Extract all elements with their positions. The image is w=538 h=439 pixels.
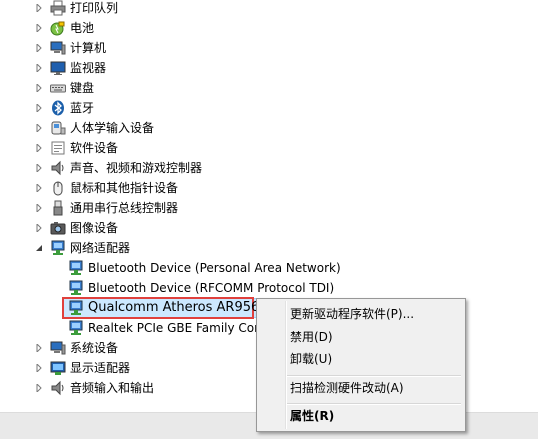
network-adapter-icon bbox=[50, 240, 66, 256]
hid-icon bbox=[50, 120, 66, 136]
expand-arrow-icon[interactable] bbox=[34, 163, 44, 173]
tree-item-label: Bluetooth Device (Personal Area Network) bbox=[88, 261, 341, 275]
expand-arrow-icon[interactable] bbox=[34, 363, 44, 373]
menu-item-scan-hardware[interactable]: 扫描检测硬件改动(A) bbox=[290, 377, 404, 399]
battery-icon bbox=[50, 20, 66, 36]
expand-arrow-icon[interactable] bbox=[34, 43, 44, 53]
computer-icon bbox=[50, 40, 66, 56]
mouse-icon bbox=[50, 180, 66, 196]
tree-item-label: 声音、视频和游戏控制器 bbox=[70, 161, 203, 175]
tree-item-label: 音频输入和输出 bbox=[70, 381, 155, 395]
printer-icon bbox=[50, 0, 66, 16]
tree-item-label: Qualcomm Atheros AR956x W bbox=[88, 300, 284, 315]
tree-item-label: 人体学输入设备 bbox=[70, 121, 155, 135]
tree-item-mice[interactable]: 鼠标和其他指针设备 bbox=[34, 178, 178, 198]
tree-item-display-adapters[interactable]: 显示适配器 bbox=[34, 358, 130, 378]
menu-item-uninstall[interactable]: 卸载(U) bbox=[290, 348, 332, 370]
system-device-icon bbox=[50, 340, 66, 356]
expand-arrow-icon[interactable] bbox=[34, 343, 44, 353]
expand-arrow-icon[interactable] bbox=[34, 83, 44, 93]
expand-arrow-icon[interactable] bbox=[34, 183, 44, 193]
tree-item-hid[interactable]: 人体学输入设备 bbox=[34, 118, 154, 138]
expand-arrow-icon[interactable] bbox=[34, 123, 44, 133]
network-adapter-icon bbox=[68, 280, 84, 296]
expand-arrow-icon[interactable] bbox=[34, 223, 44, 233]
network-adapter-icon bbox=[68, 260, 84, 276]
tree-item-computer[interactable]: 计算机 bbox=[34, 38, 106, 58]
tree-item-label: 监视器 bbox=[70, 61, 107, 75]
usb-icon bbox=[50, 200, 66, 216]
tree-item-label: Realtek PCIe GBE Family Con bbox=[88, 321, 262, 335]
tree-item-battery[interactable]: 电池 bbox=[34, 18, 94, 38]
tree-item-network-adapters[interactable]: 网络适配器 bbox=[34, 238, 130, 258]
display-adapter-icon bbox=[50, 360, 66, 376]
tree-item-label: 键盘 bbox=[70, 81, 95, 95]
monitor-icon bbox=[50, 60, 66, 76]
camera-icon bbox=[50, 220, 66, 236]
expand-arrow-icon[interactable] bbox=[34, 203, 44, 213]
tree-item-qualcomm-atheros[interactable]: Qualcomm Atheros AR956x W bbox=[68, 298, 284, 318]
tree-item-label: 软件设备 bbox=[70, 141, 119, 155]
tree-item-label: 电池 bbox=[70, 21, 95, 35]
tree-item-label: 计算机 bbox=[70, 41, 107, 55]
tree-item-keyboard[interactable]: 键盘 bbox=[34, 78, 94, 98]
network-adapter-icon bbox=[68, 320, 84, 336]
menu-item-properties[interactable]: 属性(R) bbox=[290, 405, 334, 427]
tree-item-usb[interactable]: 通用串行总线控制器 bbox=[34, 198, 178, 218]
network-adapter-icon bbox=[68, 300, 84, 316]
bluetooth-icon bbox=[50, 100, 66, 116]
tree-item-label: 图像设备 bbox=[70, 221, 119, 235]
tree-item-software-devices[interactable]: 软件设备 bbox=[34, 138, 118, 158]
tree-item-label: 网络适配器 bbox=[70, 241, 131, 255]
expand-arrow-icon[interactable] bbox=[34, 3, 44, 13]
tree-item-label: Bluetooth Device (RFCOMM Protocol TDI) bbox=[88, 281, 335, 295]
expand-arrow-icon[interactable] bbox=[34, 63, 44, 73]
tree-item-label: 系统设备 bbox=[70, 341, 119, 355]
collapse-arrow-icon[interactable] bbox=[34, 243, 44, 253]
tree-item-sound-video-game[interactable]: 声音、视频和游戏控制器 bbox=[34, 158, 202, 178]
menu-icon-gutter bbox=[285, 301, 287, 429]
tree-item-label: 蓝牙 bbox=[70, 101, 95, 115]
tree-item-bluetooth[interactable]: 蓝牙 bbox=[34, 98, 94, 118]
expand-arrow-icon[interactable] bbox=[34, 103, 44, 113]
speaker-icon bbox=[50, 160, 66, 176]
tree-item-bluetooth-rfcomm[interactable]: Bluetooth Device (RFCOMM Protocol TDI) bbox=[68, 278, 334, 298]
tree-item-imaging[interactable]: 图像设备 bbox=[34, 218, 118, 238]
tree-item-system-devices[interactable]: 系统设备 bbox=[34, 338, 118, 358]
tree-item-monitor[interactable]: 监视器 bbox=[34, 58, 106, 78]
tree-item-label: 打印队列 bbox=[70, 1, 119, 15]
audio-io-icon bbox=[50, 380, 66, 396]
tree-item-realtek[interactable]: Realtek PCIe GBE Family Con bbox=[68, 318, 262, 338]
tree-item-label: 鼠标和其他指针设备 bbox=[70, 181, 179, 195]
tree-item-audio-io[interactable]: 音频输入和输出 bbox=[34, 378, 154, 398]
context-menu: 更新驱动程序软件(P)... 禁用(D) 卸载(U) 扫描检测硬件改动(A) 属… bbox=[256, 298, 466, 432]
expand-arrow-icon[interactable] bbox=[34, 143, 44, 153]
tree-item-label: 显示适配器 bbox=[70, 361, 131, 375]
expand-arrow-icon[interactable] bbox=[34, 383, 44, 393]
menu-item-update-driver[interactable]: 更新驱动程序软件(P)... bbox=[290, 303, 414, 325]
expand-arrow-icon[interactable] bbox=[34, 23, 44, 33]
tree-item-bluetooth-pan[interactable]: Bluetooth Device (Personal Area Network) bbox=[68, 258, 341, 278]
tree-item-print-queue[interactable]: 打印队列 bbox=[34, 0, 118, 18]
tree-item-label: 通用串行总线控制器 bbox=[70, 201, 179, 215]
software-device-icon bbox=[50, 140, 66, 156]
menu-item-disable[interactable]: 禁用(D) bbox=[290, 326, 333, 348]
keyboard-icon bbox=[50, 80, 66, 96]
